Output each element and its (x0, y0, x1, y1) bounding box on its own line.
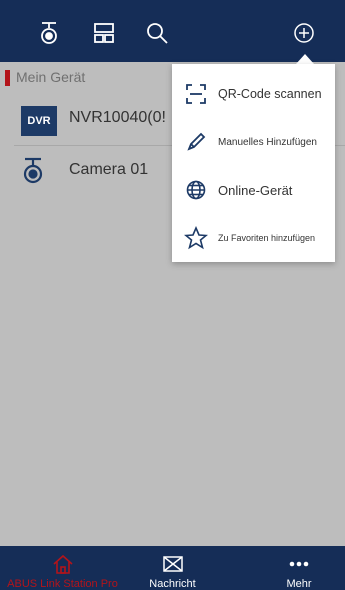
globe-icon (174, 179, 218, 201)
layout-icon[interactable] (92, 21, 116, 45)
menu-item-manual-add[interactable]: Manuelles Hinzufügen (172, 118, 335, 166)
menu-item-label: QR-Code scannen (218, 87, 322, 101)
tab-label: Nachricht (149, 578, 196, 590)
qr-scan-icon (174, 83, 218, 105)
device-name: NVR10040(0! (69, 109, 166, 126)
top-bar (0, 0, 345, 62)
menu-item-label: Manuelles Hinzufügen (218, 136, 317, 148)
tab-label: Mehr (286, 578, 312, 590)
tab-messages[interactable]: Nachricht (125, 546, 220, 590)
more-icon (288, 552, 310, 576)
camera-icon[interactable] (38, 21, 60, 45)
popup-caret (296, 54, 314, 64)
star-icon (174, 226, 218, 250)
add-icon[interactable] (292, 21, 316, 45)
section-accent-bar (5, 70, 10, 86)
camera-icon (22, 157, 44, 190)
envelope-icon (162, 552, 184, 576)
device-name: Camera 01 (69, 161, 149, 178)
dvr-badge: DVR (21, 106, 57, 136)
menu-item-qr-scan[interactable]: QR-Code scannen (172, 70, 335, 118)
section-title: Mein Gerät (16, 69, 86, 85)
add-device-popup: QR-Code scannen Manuelles Hinzufügen Onl… (172, 64, 335, 262)
bottom-tab-bar: ABUS Link Station Pro Nachricht Mehr (0, 546, 345, 590)
tab-label: ABUS Link Station Pro (7, 578, 118, 590)
pencil-icon (174, 131, 218, 153)
menu-item-online-device[interactable]: Online-Gerät (172, 166, 335, 214)
search-icon[interactable] (144, 21, 170, 45)
menu-item-label: Zu Favoriten hinzufügen (218, 233, 316, 243)
menu-item-add-favorite[interactable]: Zu Favoriten hinzufügen (172, 214, 335, 262)
menu-item-label: Online-Gerät (218, 182, 293, 198)
tab-home[interactable]: ABUS Link Station Pro (0, 546, 125, 590)
tab-more[interactable]: Mehr (264, 546, 334, 590)
home-icon (52, 552, 74, 576)
